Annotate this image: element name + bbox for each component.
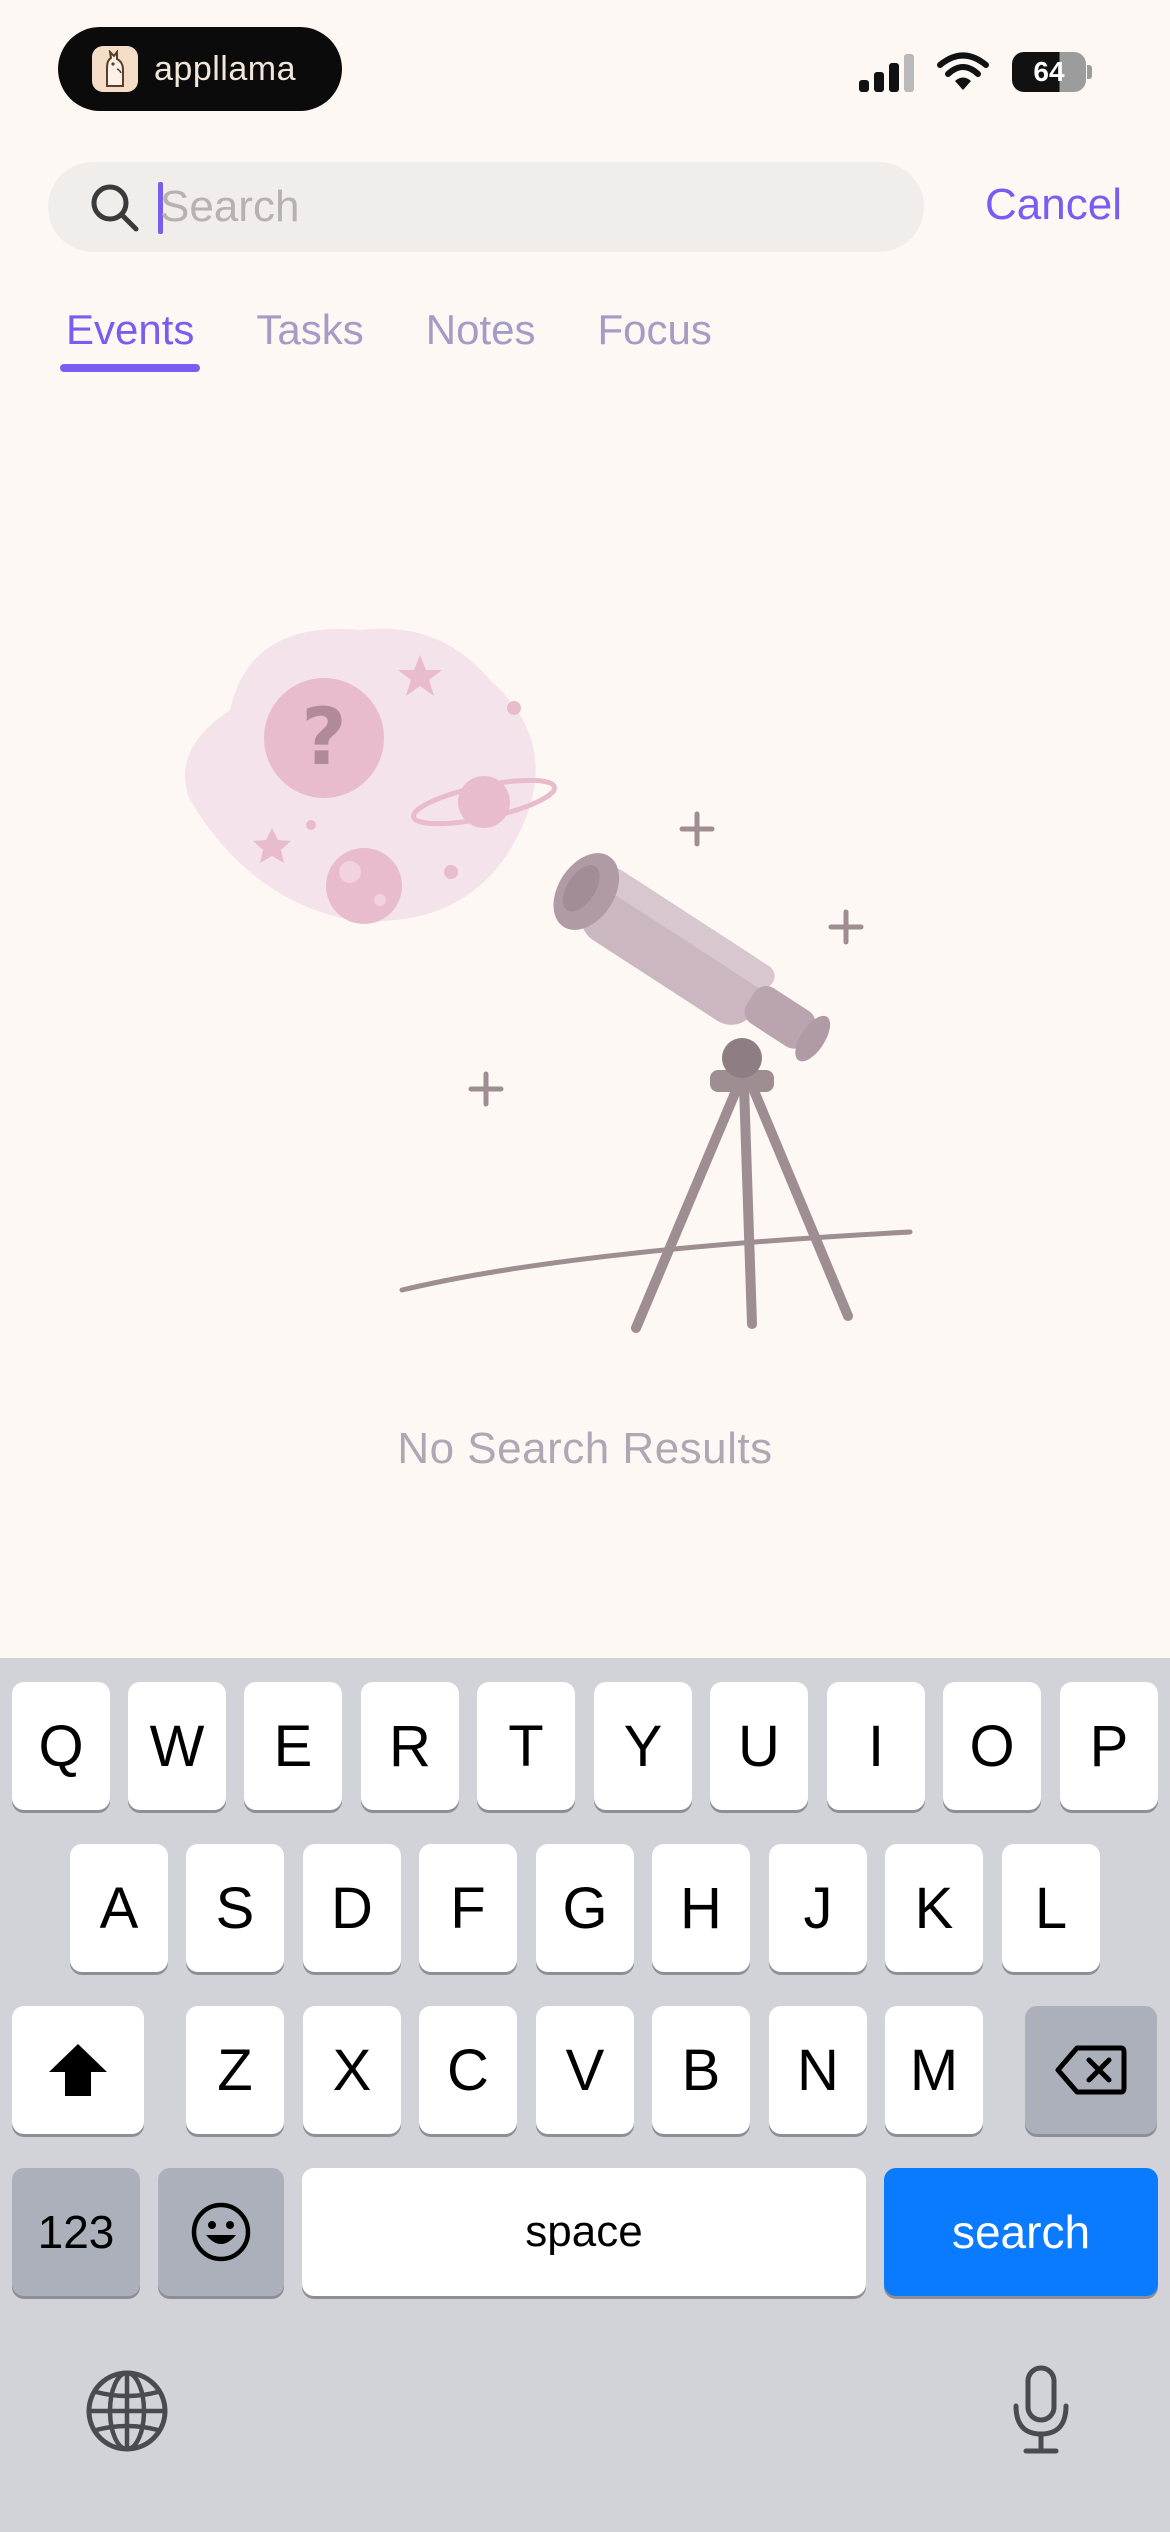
delete-key[interactable] [1025,2006,1157,2134]
key-o[interactable]: O [943,1682,1041,1810]
key-n[interactable]: N [769,2006,867,2134]
emoji-icon [191,2202,251,2262]
tab-bar: Events Tasks Notes Focus [60,300,768,372]
key-f[interactable]: F [419,1844,517,1972]
tab-notes[interactable]: Notes [420,300,542,372]
search-key[interactable]: search [884,2168,1158,2296]
key-e[interactable]: E [244,1682,342,1810]
search-screen: appllama 64 Search Cancel Events Tasks N… [0,0,1170,2532]
status-bar: appllama 64 [0,0,1170,140]
empty-state-message: No Search Results [397,1424,773,1473]
key-q[interactable]: Q [12,1682,110,1810]
numbers-key[interactable]: 123 [12,2168,140,2296]
battery-icon: 64 [1012,52,1092,92]
key-u[interactable]: U [710,1682,808,1810]
key-i[interactable]: I [827,1682,925,1810]
key-z[interactable]: Z [186,2006,284,2134]
tab-tasks[interactable]: Tasks [250,300,369,372]
shift-key[interactable] [12,2006,144,2134]
key-d[interactable]: D [303,1844,401,1972]
space-key[interactable]: space [302,2168,866,2296]
wifi-icon [937,52,989,90]
key-x[interactable]: X [303,2006,401,2134]
key-r[interactable]: R [361,1682,459,1810]
shift-arrow-icon [49,2044,107,2096]
llama-logo-icon [92,46,138,92]
cancel-button[interactable]: Cancel [985,180,1122,230]
tab-events[interactable]: Events [60,300,201,372]
key-h[interactable]: H [652,1844,750,1972]
keyboard: Q W E R T Y U I O P A S D F G H J K L Z … [0,1658,1170,2532]
key-g[interactable]: G [536,1844,634,1972]
search-box[interactable] [48,162,924,252]
tab-focus[interactable]: Focus [591,300,717,372]
key-l[interactable]: L [1002,1844,1100,1972]
cellular-signal-icon [859,52,914,92]
emoji-key[interactable] [158,2168,284,2296]
key-k[interactable]: K [885,1844,983,1972]
svg-text:?: ? [301,693,346,783]
search-icon [91,184,139,232]
key-t[interactable]: T [477,1682,575,1810]
globe-icon[interactable] [84,2368,170,2454]
key-m[interactable]: M [885,2006,983,2134]
key-j[interactable]: J [769,1844,867,1972]
telescope-icon: ? [185,628,913,1333]
key-p[interactable]: P [1060,1682,1158,1810]
app-pill[interactable]: appllama [58,27,342,111]
microphone-icon[interactable] [1010,2364,1072,2456]
status-icons: 64 [859,52,1092,92]
search-row: Cancel [48,162,1122,252]
key-y[interactable]: Y [594,1682,692,1810]
key-v[interactable]: V [536,2006,634,2134]
app-name: appllama [154,49,296,88]
key-s[interactable]: S [186,1844,284,1972]
search-input[interactable] [160,174,880,240]
key-b[interactable]: B [652,2006,750,2134]
backspace-icon [1055,2045,1127,2095]
key-a[interactable]: A [70,1844,168,1972]
key-w[interactable]: W [128,1682,226,1810]
key-c[interactable]: C [419,2006,517,2134]
battery-level: 64 [1012,52,1086,92]
